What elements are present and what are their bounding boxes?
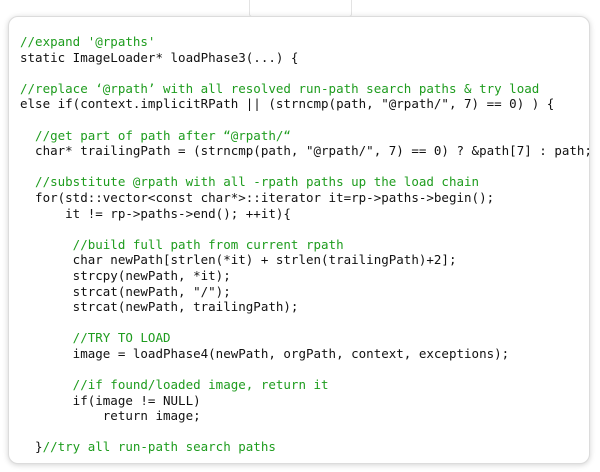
code-comment: //get part of path after “@rpath/“ — [20, 127, 291, 143]
code-line: //replace ‘@rpath’ with all resolved run… — [20, 81, 592, 97]
code-line: strcpy(newPath, *it); — [20, 268, 592, 284]
code-line: char* trailingPath = (strncmp(path, "@rp… — [20, 143, 592, 159]
code-line: it != rp->paths->end(); ++it){ — [20, 206, 592, 222]
code-comment: //substitute @rpath with all -rpath path… — [20, 174, 480, 190]
code-line: else if(context.implicitRPath || (strncm… — [20, 96, 592, 112]
code-line: static ImageLoader* loadPhase3(...) { — [20, 50, 592, 66]
code-line: //expand '@rpaths' — [20, 34, 592, 50]
code-comment: //try all run-path search paths — [42, 439, 276, 455]
code-statement: else if(context.implicitRPath || (strncm… — [20, 96, 555, 112]
code-statement: return image; — [20, 408, 201, 424]
code-statement: it != rp->paths->end(); ++it){ — [20, 205, 291, 221]
code-line: image = loadPhase4(newPath, orgPath, con… — [20, 346, 592, 362]
code-comment: //expand '@rpaths' — [20, 34, 156, 49]
code-statement: char newPath[strlen(*it) + strlen(traili… — [20, 252, 457, 268]
code-line: //if found/loaded image, return it — [20, 377, 592, 393]
code-line: return image; — [20, 408, 592, 424]
code-statement: } — [20, 439, 43, 455]
code-statement: static ImageLoader* loadPhase3(...) { — [20, 49, 299, 65]
code-statement: strcat(newPath, "/"); — [20, 283, 231, 299]
code-line: //get part of path after “@rpath/“ — [20, 128, 592, 144]
top-tab-notch — [249, 0, 352, 17]
code-statement: strcpy(newPath, *it); — [20, 267, 231, 283]
code-line: strcat(newPath, trailingPath); — [20, 299, 592, 315]
code-comment: //TRY TO LOAD — [20, 330, 171, 346]
code-line: strcat(newPath, "/"); — [20, 284, 592, 300]
code-line: if(image != NULL) — [20, 393, 592, 409]
code-line: //substitute @rpath with all -rpath path… — [20, 174, 592, 190]
code-statement: char* trailingPath = (strncmp(path, "@rp… — [20, 143, 592, 159]
code-line: //build full path from current rpath — [20, 237, 592, 253]
code-comment: //if found/loaded image, return it — [20, 377, 329, 393]
code-statement: strcat(newPath, trailingPath); — [20, 299, 299, 315]
code-line: //TRY TO LOAD — [20, 330, 592, 346]
code-line: char newPath[strlen(*it) + strlen(traili… — [20, 252, 592, 268]
code-statement: for(std::vector<const char*>::iterator i… — [20, 189, 495, 205]
code-statement: if(image != NULL) — [20, 392, 201, 408]
code-comment: //build full path from current rpath — [20, 236, 344, 252]
code-line: for(std::vector<const char*>::iterator i… — [20, 190, 592, 206]
code-line: }//try all run-path search paths — [20, 439, 592, 455]
code-listing: //expand '@rpaths' static ImageLoader* lo… — [20, 34, 592, 455]
code-comment: //replace ‘@rpath’ with all resolved run… — [20, 80, 540, 96]
code-statement: image = loadPhase4(newPath, orgPath, con… — [20, 345, 510, 361]
